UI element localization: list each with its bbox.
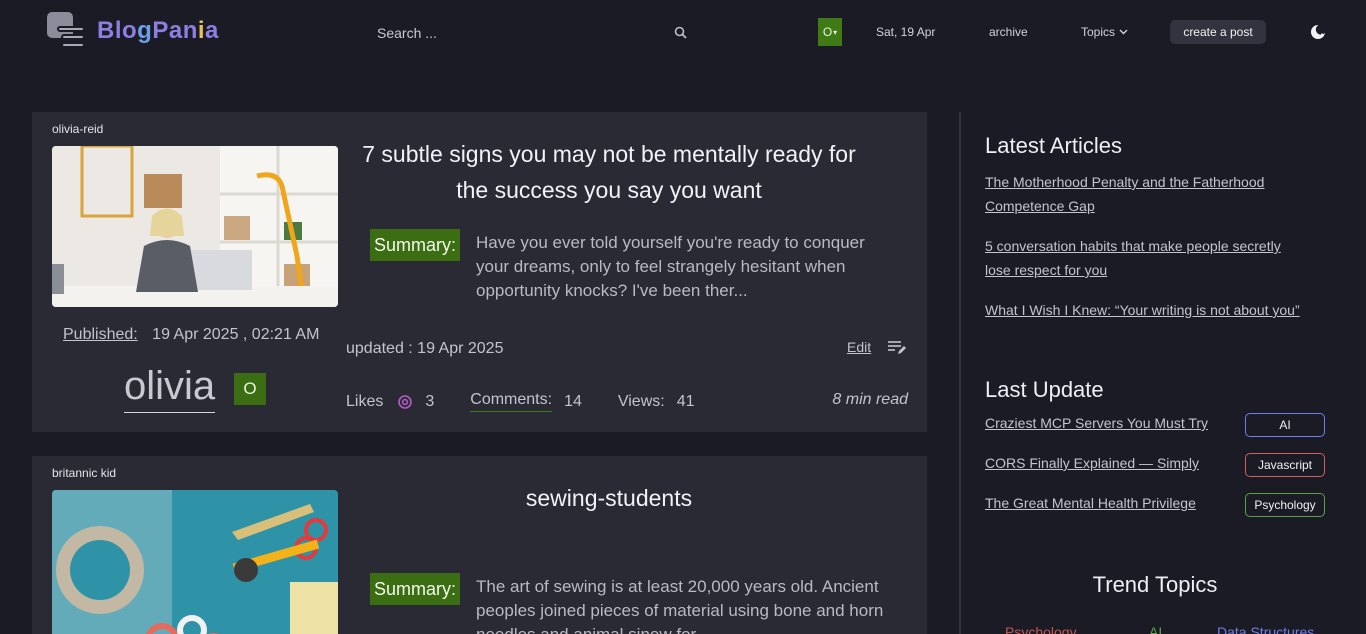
- theme-toggle-icon[interactable]: [1309, 23, 1327, 41]
- read-time: 8 min read: [832, 391, 908, 408]
- logo-icon: [47, 12, 85, 50]
- update-row: Craziest MCP Servers You Must Try AI: [985, 413, 1325, 437]
- post-thumbnail[interactable]: [52, 490, 338, 634]
- update-row: CORS Finally Explained — Simply Javascri…: [985, 453, 1325, 477]
- update-row: The Great Mental Health Privilege Psycho…: [985, 493, 1325, 517]
- create-post-button[interactable]: create a post: [1170, 20, 1266, 44]
- topic-tag-psychology[interactable]: Psychology: [1245, 493, 1325, 517]
- edit-label: Edit: [847, 339, 872, 355]
- search-input[interactable]: [370, 18, 695, 48]
- latest-article-link[interactable]: The Motherhood Penalty and the Fatherhoo…: [985, 170, 1305, 218]
- author-avatar[interactable]: O: [234, 373, 266, 405]
- likes-label: Likes: [346, 392, 384, 410]
- chevron-down-icon: [1119, 29, 1128, 35]
- latest-articles-heading: Latest Articles: [985, 133, 1122, 158]
- updated-date: updated : 19 Apr 2025: [346, 340, 504, 357]
- post-title[interactable]: sewing-students: [348, 480, 870, 516]
- column-divider: [959, 112, 961, 634]
- post-author-handle[interactable]: britannic kid: [52, 466, 116, 480]
- comments-link[interactable]: Comments:: [470, 391, 553, 412]
- topics-label: Topics: [1081, 25, 1116, 39]
- published-label: Published:: [63, 326, 138, 343]
- trend-topic-data-structures[interactable]: Data Structures: [1217, 624, 1314, 634]
- published-date: Published: 19 Apr 2025 , 02:21 AM: [63, 326, 319, 344]
- post-stats: Likes 3 Comments: 14 Views: 41: [346, 391, 695, 412]
- topics-dropdown[interactable]: Topics: [1081, 25, 1128, 39]
- top-navbar: BlogPania O ▾ Sat, 19 Apr archive Topics…: [0, 0, 1366, 66]
- published-value: 19 Apr 2025 , 02:21 AM: [152, 326, 320, 343]
- last-update-heading: Last Update: [985, 377, 1104, 402]
- site-logo[interactable]: BlogPania: [47, 12, 219, 50]
- summary-label: Summary:: [370, 573, 460, 605]
- chevron-down-icon: ▾: [833, 27, 838, 37]
- post-summary: The art of sewing is at least 20,000 yea…: [476, 577, 884, 634]
- search-bar: [370, 18, 695, 48]
- current-date: Sat, 19 Apr: [876, 25, 936, 39]
- trend-topic-psychology[interactable]: Psychology: [1005, 624, 1077, 634]
- likes-count: 3: [425, 392, 435, 410]
- post-title[interactable]: 7 subtle signs you may not be mentally r…: [348, 136, 870, 208]
- post-author-handle[interactable]: olivia-reid: [52, 122, 103, 136]
- post-card[interactable]: britannic kid sewing-students Summary: T…: [32, 456, 927, 634]
- views-label: Views:: [617, 392, 665, 410]
- update-link[interactable]: CORS Finally Explained — Simply: [985, 455, 1199, 471]
- trend-topics-heading: Trend Topics: [1092, 572, 1218, 597]
- user-initial: O: [822, 25, 833, 39]
- summary-label: Summary:: [370, 229, 460, 261]
- archive-link[interactable]: archive: [989, 25, 1028, 39]
- search-icon[interactable]: [673, 25, 689, 41]
- update-link[interactable]: The Great Mental Health Privilege: [985, 495, 1196, 511]
- views-count: 41: [676, 392, 695, 410]
- post-card[interactable]: olivia-reid 7 subtle signs you may not b…: [32, 112, 927, 432]
- edit-post-link[interactable]: Edit: [847, 339, 907, 355]
- comments-count: 14: [564, 392, 582, 410]
- topic-tag-javascript[interactable]: Javascript: [1245, 453, 1325, 477]
- post-summary: Have you ever told yourself you're ready…: [476, 233, 865, 300]
- author-name[interactable]: olivia: [124, 360, 216, 413]
- update-link[interactable]: Craziest MCP Servers You Must Try: [985, 415, 1208, 431]
- like-icon[interactable]: [397, 394, 413, 410]
- logo-text: BlogPania: [97, 17, 219, 44]
- latest-article-link[interactable]: What I Wish I Knew: “Your writing is not…: [985, 298, 1305, 322]
- trend-topic-ai[interactable]: AI: [1149, 624, 1162, 634]
- edit-list-icon: [888, 341, 907, 354]
- user-menu-button[interactable]: O ▾: [818, 18, 842, 46]
- latest-article-link[interactable]: 5 conversation habits that make people s…: [985, 234, 1305, 282]
- post-thumbnail[interactable]: [52, 146, 338, 307]
- topic-tag-ai[interactable]: AI: [1245, 413, 1325, 437]
